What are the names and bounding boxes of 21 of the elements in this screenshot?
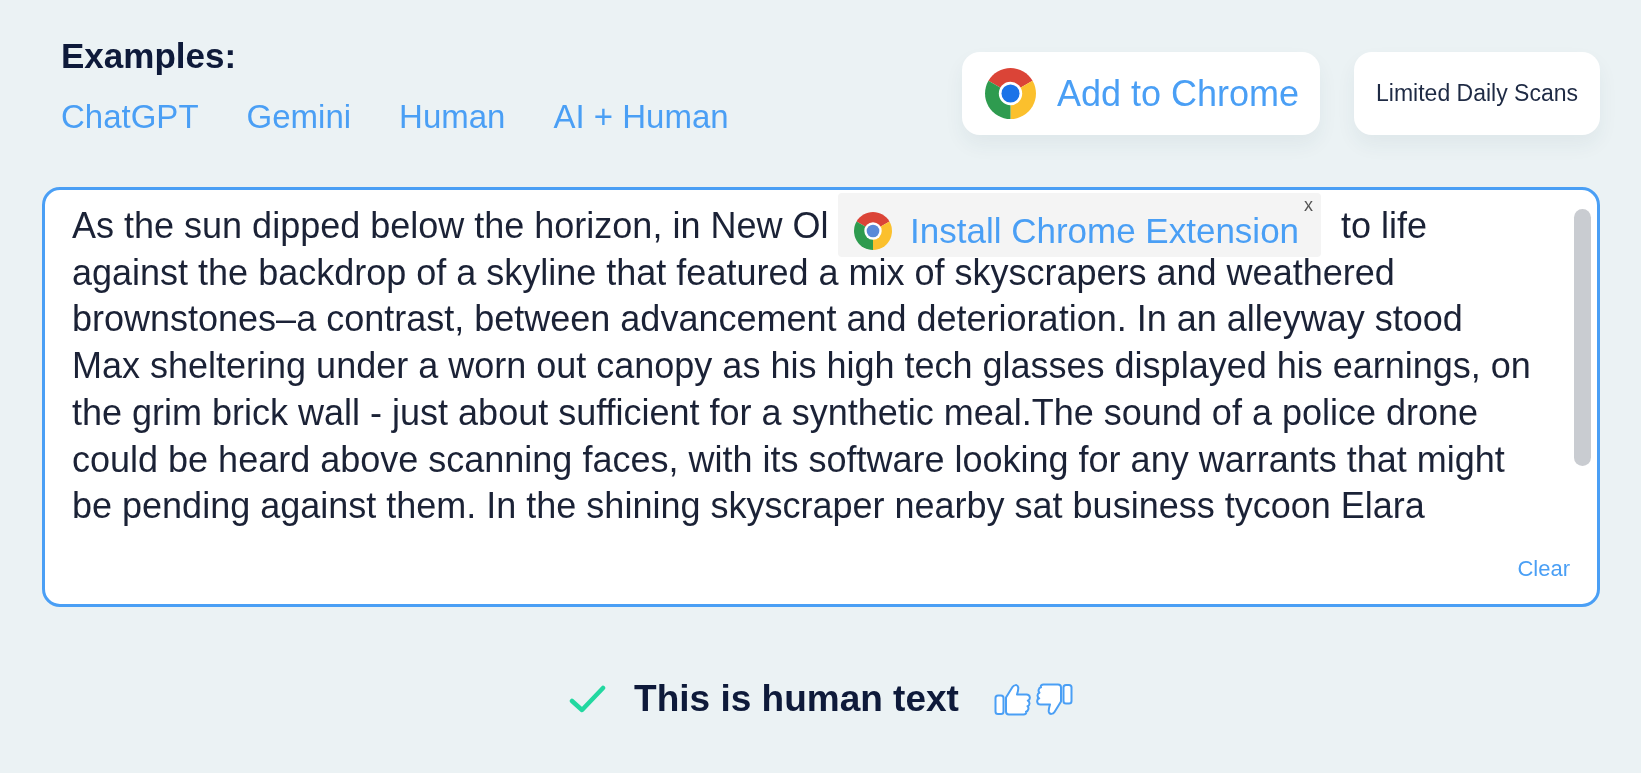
thumbs-down-icon[interactable] bbox=[1035, 682, 1073, 716]
verdict-text: This is human text bbox=[634, 678, 959, 719]
text-fragment: to life bbox=[1341, 204, 1428, 248]
scrollbar-thumb[interactable] bbox=[1574, 209, 1591, 466]
text-input-area[interactable] bbox=[42, 187, 1600, 607]
scan-limit-button[interactable]: Limited Daily Scans bbox=[1354, 52, 1600, 135]
close-button[interactable]: x bbox=[1304, 195, 1313, 215]
example-link[interactable]: AI + Human bbox=[553, 98, 729, 136]
text-fragment: As the sun dipped below the horizon, in New Ol bbox=[72, 204, 829, 248]
chrome-logo-icon bbox=[854, 212, 892, 250]
check-icon bbox=[569, 685, 607, 713]
thumbs-up-icon[interactable] bbox=[993, 682, 1031, 716]
example-link[interactable]: ChatGPT bbox=[61, 98, 199, 136]
example-link[interactable]: Gemini bbox=[246, 98, 352, 136]
add-to-chrome-button[interactable]: Add to Chrome bbox=[961, 52, 1321, 135]
clear-button[interactable]: Clear bbox=[1517, 556, 1570, 582]
example-link[interactable]: Human bbox=[399, 98, 506, 136]
examples-heading: Examples: bbox=[61, 36, 237, 76]
essay-text: against the backdrop of a skyline that featured a mix of skyscrapers and weathered brownstones–a contrast, between advancement and deterioration. In an alleyway stood Max sheltering under a worn out canopy as his high tech glasses displayed his earnings, on the grim brick wall - just about sufficient for a synthetic meal.The sound of a police drone could be heard above scanning faces, with its software looking for any warrants that might be pending against them. In the shining skyscraper nearby sat business tycoon Elara bbox=[72, 250, 1531, 529]
chrome-logo-icon bbox=[984, 68, 1036, 119]
install-extension-link[interactable]: Install Chrome Extension bbox=[910, 213, 1300, 249]
